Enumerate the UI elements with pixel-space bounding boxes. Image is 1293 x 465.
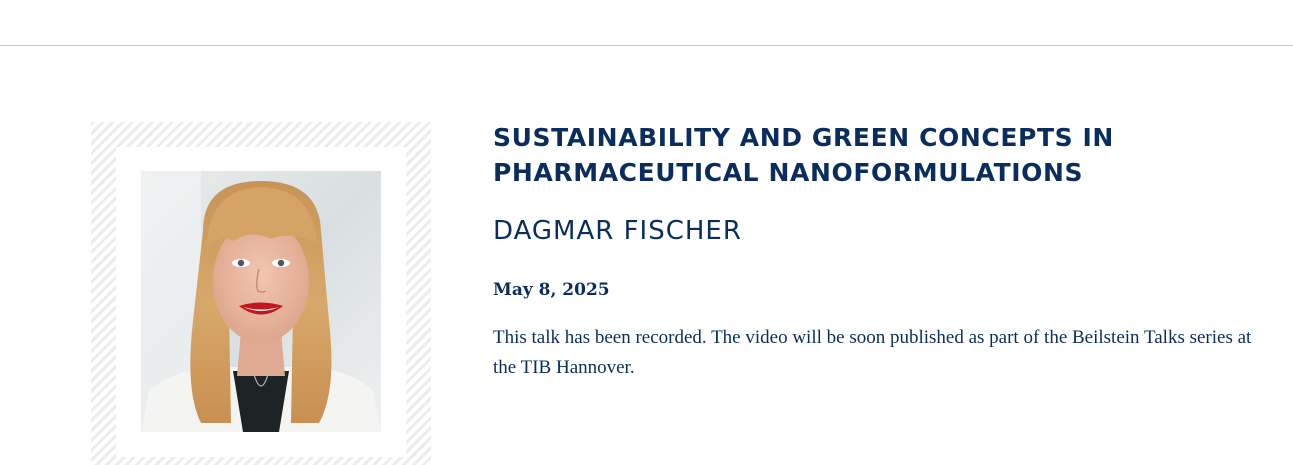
page-header	[0, 0, 1293, 46]
speaker-photo-frame	[91, 122, 431, 465]
speaker-photo-mat	[116, 147, 406, 457]
header-divider	[0, 45, 1293, 46]
speaker-name: DAGMAR FISCHER	[493, 216, 742, 246]
speaker-photo	[141, 171, 381, 432]
talk-title: SUSTAINABILITY AND GREEN CONCEPTS IN PHA…	[493, 123, 1114, 187]
talk-date: May 8, 2025	[493, 280, 610, 300]
talk-description: This talk has been recorded. The video w…	[493, 327, 1252, 378]
